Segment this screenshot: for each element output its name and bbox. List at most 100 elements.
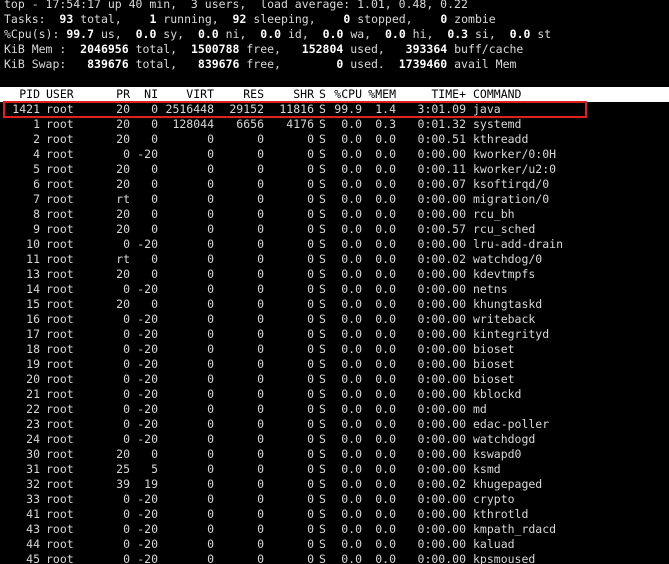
process-pr: rt [116, 192, 130, 206]
process-res: 0 [257, 417, 264, 431]
process-time: 0:00.00 [417, 357, 466, 371]
process-res: 0 [257, 147, 264, 161]
process-cpu: 0.0 [341, 327, 362, 341]
column-header-pr: PR [116, 87, 130, 101]
process-mem: 0.0 [375, 147, 396, 161]
process-res: 0 [257, 492, 264, 506]
process-state: S [319, 507, 326, 521]
process-pr: 20 [116, 207, 130, 221]
process-virt: 0 [207, 207, 214, 221]
column-header-shr: SHR [293, 87, 314, 101]
process-ni: -20 [137, 402, 158, 416]
process-pid: 43 [26, 522, 40, 536]
column-header-pid: PID [19, 87, 40, 101]
swap-total-value: 839676 [87, 57, 129, 71]
process-pid: 16 [26, 312, 40, 326]
process-pid: 45 [26, 552, 40, 564]
cpu-st-value: 0.0 [509, 27, 531, 41]
process-shr: 4176 [286, 117, 314, 131]
process-user: root [46, 132, 74, 146]
process-cpu: 0.0 [341, 222, 362, 236]
process-shr: 0 [307, 312, 314, 326]
process-mem: 0.0 [375, 252, 396, 266]
process-pr: 0 [123, 312, 130, 326]
process-mem: 0.0 [375, 477, 396, 491]
process-res: 0 [257, 372, 264, 386]
swap-total-label: total, [128, 57, 178, 71]
process-ni: 0 [151, 162, 158, 176]
process-pid: 11 [26, 252, 40, 266]
process-pid: 18 [26, 342, 40, 356]
process-shr: 0 [307, 267, 314, 281]
process-pr: 0 [123, 372, 130, 386]
process-pr: 0 [123, 402, 130, 416]
process-virt: 0 [207, 297, 214, 311]
process-ni: -20 [137, 342, 158, 356]
process-time: 0:01.32 [417, 117, 466, 131]
process-res: 0 [257, 177, 264, 191]
process-command: kswapd0 [473, 447, 522, 461]
process-state: S [319, 462, 326, 476]
process-state: S [319, 192, 326, 206]
process-pr: 0 [123, 417, 130, 431]
process-res: 0 [257, 402, 264, 416]
process-pr: 0 [123, 147, 130, 161]
process-virt: 0 [207, 417, 214, 431]
process-command: migration/0 [473, 192, 550, 206]
process-res: 0 [257, 297, 264, 311]
process-shr: 0 [307, 282, 314, 296]
process-state: S [319, 327, 326, 341]
process-pr: 20 [116, 132, 130, 146]
process-cpu: 0.0 [341, 357, 362, 371]
process-res: 0 [257, 267, 264, 281]
process-cpu: 0.0 [341, 132, 362, 146]
tasks-total-value: 93 [59, 12, 74, 26]
process-time: 0:00.00 [417, 267, 466, 281]
process-cpu: 0.0 [341, 462, 362, 476]
process-ni: -20 [137, 357, 158, 371]
process-pr: 20 [116, 447, 130, 461]
process-state: S [319, 297, 326, 311]
process-shr: 0 [307, 222, 314, 236]
process-cpu: 0.0 [341, 477, 362, 491]
process-virt: 0 [207, 387, 214, 401]
process-mem: 0.0 [375, 192, 396, 206]
column-header-command: COMMAND [473, 87, 522, 101]
process-virt: 0 [207, 372, 214, 386]
process-time: 0:00.00 [417, 402, 466, 416]
process-user: root [46, 552, 74, 564]
process-shr: 0 [307, 357, 314, 371]
process-ni: -20 [137, 312, 158, 326]
process-user: root [46, 117, 74, 131]
terminal-window[interactable]: top - 17:54:17 up 40 min, 3 users, load … [0, 0, 669, 564]
process-virt: 0 [207, 177, 214, 191]
process-virt: 0 [207, 192, 214, 206]
process-state: S [319, 477, 326, 491]
process-cpu: 0.0 [341, 252, 362, 266]
process-time: 0:00.00 [417, 552, 466, 564]
process-state: S [319, 237, 326, 251]
process-cpu: 0.0 [341, 402, 362, 416]
process-pid: 17 [26, 327, 40, 341]
swap-line: KiB Swap: 839676 total, 839676 free, 0 u… [4, 57, 516, 72]
process-res: 0 [257, 207, 264, 221]
process-state: S [319, 282, 326, 296]
process-mem: 0.0 [375, 432, 396, 446]
process-virt: 0 [207, 282, 214, 296]
column-header-user: USER [46, 87, 74, 101]
process-res: 0 [257, 327, 264, 341]
process-cpu: 0.0 [341, 192, 362, 206]
process-virt: 0 [207, 237, 214, 251]
process-pr: rt [116, 252, 130, 266]
process-mem: 0.0 [375, 222, 396, 236]
process-time: 0:00.00 [417, 237, 466, 251]
process-state: S [319, 447, 326, 461]
process-res: 0 [257, 357, 264, 371]
process-command: rcu_bh [473, 207, 515, 221]
process-user: root [46, 282, 74, 296]
process-user: root [46, 267, 74, 281]
process-pid: 33 [26, 492, 40, 506]
process-command: md [473, 402, 487, 416]
mem-label: KiB Mem : [4, 42, 67, 56]
cpu-sy-value: 0.0 [135, 27, 157, 41]
